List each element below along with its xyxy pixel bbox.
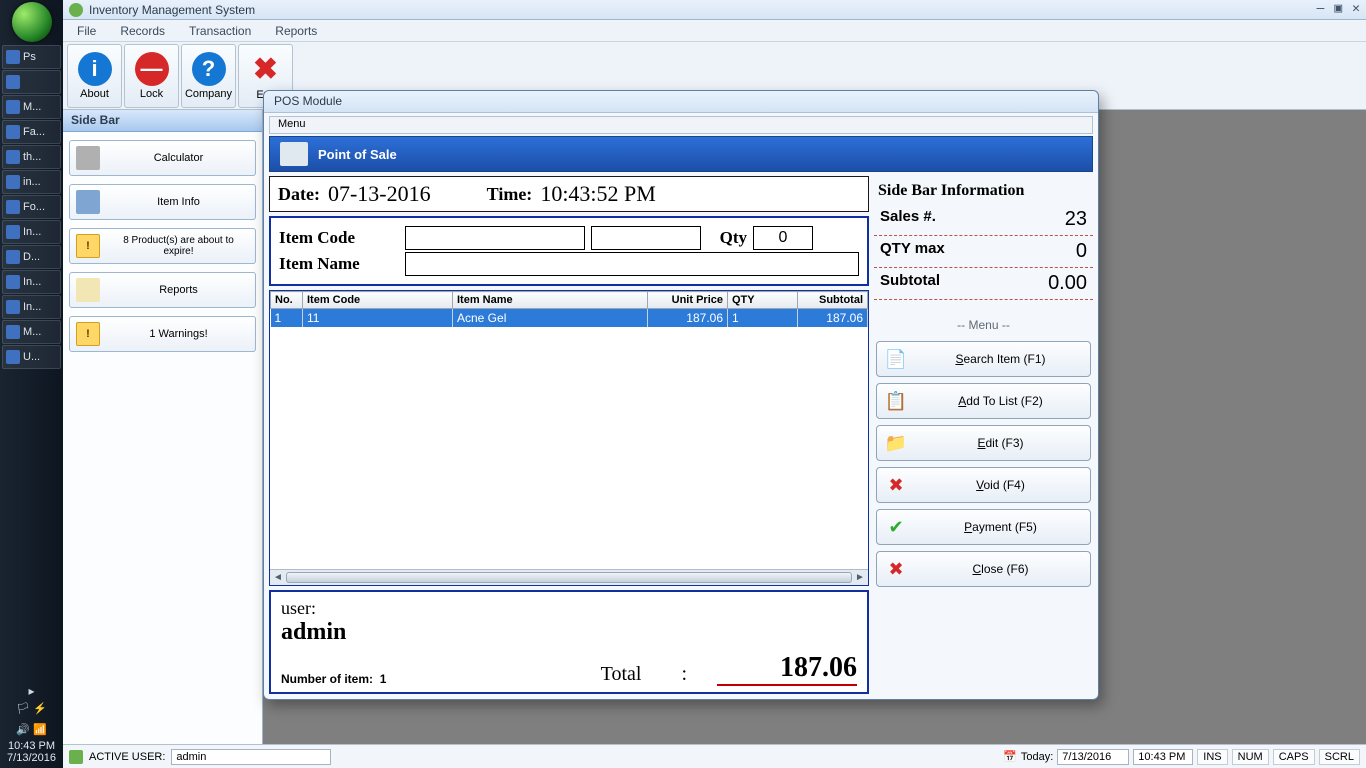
qtymax-row: QTY max0 [874, 236, 1093, 268]
pos-titlebar[interactable]: POS Module [264, 91, 1098, 113]
start-button[interactable] [0, 0, 63, 44]
close-button[interactable]: ✖Close (F6) [876, 551, 1091, 587]
taskbar-item[interactable]: in... [2, 170, 61, 194]
item-info-icon [76, 190, 100, 214]
table-row[interactable]: 1 11 Acne Gel 187.06 1 187.06 [271, 309, 868, 328]
pos-module-dialog: POS Module Menu Point of Sale Date: 07-1… [263, 90, 1099, 700]
user-value: admin [281, 619, 857, 646]
calendar-icon[interactable]: 📅 [1003, 750, 1017, 763]
menu-file[interactable]: File [67, 22, 106, 40]
taskbar-item[interactable]: M... [2, 320, 61, 344]
close-button[interactable]: ✕ [1352, 1, 1360, 16]
edit-button[interactable]: 📁Edit (F3) [876, 425, 1091, 461]
pos-banner: Point of Sale [269, 136, 1093, 172]
calculator-button[interactable]: Calculator [69, 140, 256, 176]
total-value: 187.06 [717, 652, 857, 686]
sidebar-panel: Side Bar Calculator Item Info 8 Product(… [63, 110, 263, 744]
payment-button[interactable]: ✔Payment (F5) [876, 509, 1091, 545]
check-icon: ✔ [883, 514, 909, 540]
taskbar-item[interactable]: Fo... [2, 195, 61, 219]
menu-bar: File Records Transaction Reports [63, 20, 1366, 42]
app-titlebar: Inventory Management System — ▣ ✕ [63, 0, 1366, 20]
taskbar-item[interactable]: M... [2, 95, 61, 119]
tray-icons[interactable]: 🏳 ⚡ [0, 698, 63, 719]
app-icon [69, 3, 83, 17]
about-button[interactable]: iAbout [67, 44, 122, 108]
maximize-button[interactable]: ▣ [1334, 1, 1342, 16]
pos-banner-title: Point of Sale [318, 147, 397, 162]
close-icon: ✖ [883, 556, 909, 582]
sidebar-info-header: Side Bar Information [874, 176, 1093, 204]
num-indicator: NUM [1232, 749, 1269, 765]
app-window: Inventory Management System — ▣ ✕ File R… [63, 0, 1366, 744]
warning-icon [76, 322, 100, 346]
datetime-row: Date: 07-13-2016 Time: 10:43:52 PM [269, 176, 869, 212]
user-icon [69, 750, 83, 764]
taskbar-date[interactable]: 7/13/2016 [0, 752, 63, 764]
taskbar-item[interactable]: D... [2, 245, 61, 269]
folder-icon: 📁 [883, 430, 909, 456]
taskbar-item[interactable]: th... [2, 145, 61, 169]
horizontal-scrollbar[interactable]: ◄ ► [270, 569, 868, 585]
status-bar: ACTIVE USER: 📅 Today: INS NUM CAPS SCRL [63, 744, 1366, 768]
search-icon: 📄 [883, 346, 909, 372]
ins-indicator: INS [1197, 749, 1227, 765]
today-time-field[interactable] [1133, 749, 1193, 765]
taskbar-item[interactable]: In... [2, 270, 61, 294]
active-user-label: ACTIVE USER: [89, 751, 165, 763]
menu-reports[interactable]: Reports [265, 22, 327, 40]
sales-number-row: Sales #.23 [874, 204, 1093, 236]
item-entry-panel: Item Code Qty Item Name [269, 216, 869, 286]
sidebar-header: Side Bar [63, 110, 262, 132]
void-button[interactable]: ✖Void (F4) [876, 467, 1091, 503]
caps-indicator: CAPS [1273, 749, 1315, 765]
date-value: 07-13-2016 [328, 181, 431, 207]
minimize-button[interactable]: — [1317, 1, 1325, 16]
search-item-button[interactable]: 📄Search Item (F1) [876, 341, 1091, 377]
taskbar-item[interactable]: In... [2, 220, 61, 244]
void-icon: ✖ [883, 472, 909, 498]
expire-warning-button[interactable]: 8 Product(s) are about to expire! [69, 228, 256, 264]
pos-menu[interactable]: Menu [269, 116, 1093, 134]
windows-taskbar: PsM...Fa...th...in...Fo...In...D...In...… [0, 0, 63, 768]
item-code-input[interactable] [405, 226, 585, 250]
item-info-button[interactable]: Item Info [69, 184, 256, 220]
printer-icon [280, 142, 308, 166]
company-button[interactable]: ?Company [181, 44, 236, 108]
today-date-field[interactable] [1057, 749, 1129, 765]
add-icon: 📋 [883, 388, 909, 414]
item-name-input[interactable] [405, 252, 859, 276]
item-code-aux-input[interactable] [591, 226, 701, 250]
qty-input[interactable] [753, 226, 813, 250]
calculator-icon [76, 146, 100, 170]
app-title: Inventory Management System [89, 3, 255, 17]
time-value: 10:43:52 PM [540, 181, 656, 207]
taskbar-clock[interactable]: 10:43 PM [0, 740, 63, 752]
taskbar-item[interactable]: In... [2, 295, 61, 319]
tray-icons-2[interactable]: 🔊 📶 [0, 719, 63, 740]
reports-button[interactable]: Reports [69, 272, 256, 308]
taskbar-item[interactable]: Ps [2, 45, 61, 69]
menu-transaction[interactable]: Transaction [179, 22, 261, 40]
items-grid[interactable]: No. Item Code Item Name Unit Price QTY S… [269, 290, 869, 586]
lock-button[interactable]: —Lock [124, 44, 179, 108]
menu-records[interactable]: Records [110, 22, 175, 40]
add-to-list-button[interactable]: 📋Add To List (F2) [876, 383, 1091, 419]
warnings-button[interactable]: 1 Warnings! [69, 316, 256, 352]
reports-icon [76, 278, 100, 302]
warning-icon [76, 234, 100, 258]
totals-panel: user: admin Number of item: 1 Total : 18… [269, 590, 869, 694]
active-user-field[interactable] [171, 749, 331, 765]
taskbar-item[interactable] [2, 70, 61, 94]
taskbar-item[interactable]: Fa... [2, 120, 61, 144]
scrl-indicator: SCRL [1319, 749, 1360, 765]
taskbar-item[interactable]: U... [2, 345, 61, 369]
subtotal-row: Subtotal0.00 [874, 268, 1093, 300]
mdi-workspace: Side Bar Calculator Item Info 8 Product(… [63, 110, 1366, 744]
